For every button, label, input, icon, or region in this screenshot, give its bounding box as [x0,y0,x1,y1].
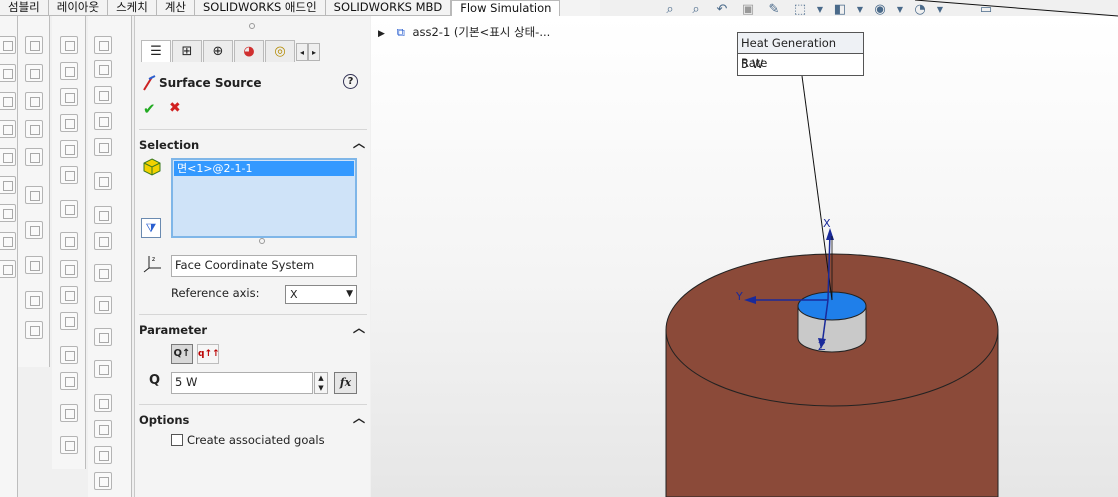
zoom-to-fit-icon[interactable]: ⌕ [662,2,678,18]
y-axis-label: Y [735,290,743,303]
x-axis-label: X [823,217,831,230]
display-style-icon[interactable]: ◧ [832,2,848,18]
tree-assembly-label: ass2-1 (기본<표시 상태-... [412,25,551,39]
callout-value: 5 W [741,57,764,71]
hide-show-items-icon[interactable]: ◉ [872,2,888,18]
z-axis-label: Z [818,340,826,353]
chevron-down-icon[interactable]: ▼ [932,2,948,18]
chevron-down-icon[interactable]: ▼ [852,2,868,18]
view-settings-icon[interactable]: ▭ [978,2,994,18]
section-view-icon[interactable]: ▣ [740,2,756,18]
flyout-feature-tree[interactable]: ▶ ⧉ ass2-1 (기본<표시 상태-... [378,24,550,40]
view-orientation-icon[interactable]: ⬚ [792,2,808,18]
chevron-down-icon[interactable]: ▼ [892,2,908,18]
heads-up-view-toolbar: ⌕ ⌕ ↶ ▣ ✎ ⬚ ▼ ◧ ▼ ◉ ▼ ◔ ▼ ▭ [660,0,1000,20]
chevron-down-icon[interactable]: ▼ [812,2,828,18]
model-view: X Y Z [665,0,1118,497]
previous-view-icon[interactable]: ↶ [714,2,730,18]
assembly-icon: ⧉ [396,25,405,39]
heat-generation-callout[interactable]: Heat Generation Rate 5 W [737,32,864,76]
edit-appearance-icon[interactable]: ◔ [912,2,928,18]
expand-arrow-icon[interactable]: ▶ [378,29,385,39]
dynamic-annotation-icon[interactable]: ✎ [766,2,782,18]
zoom-to-area-icon[interactable]: ⌕ [688,2,704,18]
callout-header: Heat Generation Rate [738,33,863,70]
